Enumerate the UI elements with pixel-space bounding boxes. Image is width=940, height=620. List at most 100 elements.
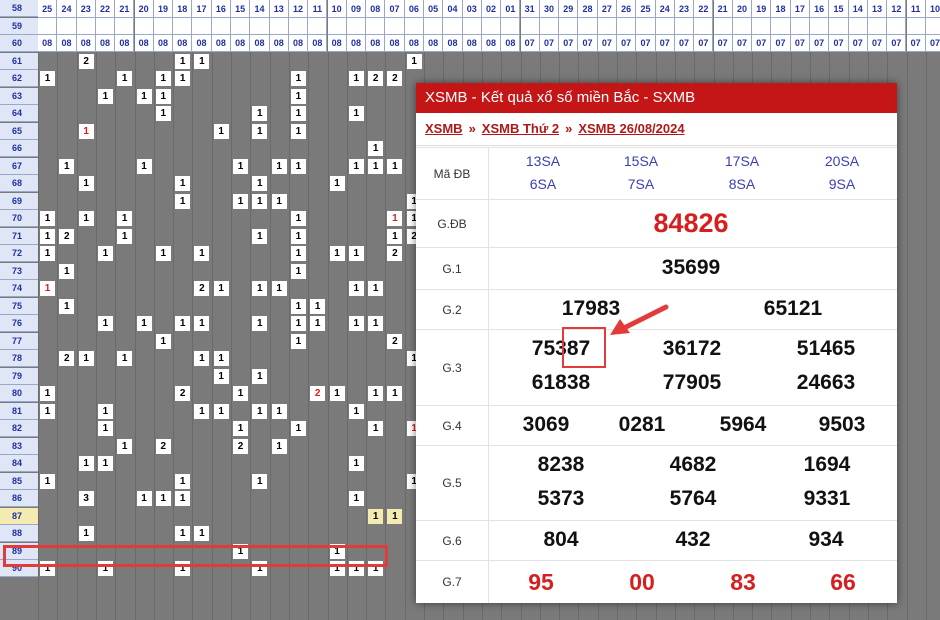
grid-cell: 1 [97,316,113,331]
grid-cell: 1 [290,71,306,86]
breadcrumb-xsmb-thu-2[interactable]: XSMB Thứ 2 [482,121,559,136]
prize-number: 84826 [653,208,729,238]
prize-row-g4: G.4 3069 0281 5964 9503 [416,405,897,445]
grid-cell: 1 [290,246,306,261]
grid-cell: 1 [271,403,287,419]
prize-row-gdb: G.ĐB 84826 [416,199,897,247]
grid-col-header-spacer [481,18,502,35]
grid-cell: 1 [368,421,384,436]
grid-col-header-day: 31 [520,0,540,18]
grid-col-header-month: 08 [38,35,58,52]
prize-number: 3069 [522,413,570,436]
grid-cell: 1 [252,473,268,489]
grid-col-header-month: 07 [810,35,830,52]
grid-col-header-spacer [424,18,444,35]
prize-row-g5: G.5 8238 4682 1694 5373 5764 9331 [416,445,897,520]
grid-col-header-spacer [810,18,830,35]
grid-col-header-month: 08 [115,35,135,52]
breadcrumb-xsmb-date[interactable]: XSMB 26/08/2024 [578,121,684,136]
grid-cell: 2 [59,228,75,244]
grid-cell: 1 [290,211,306,226]
grid-col-header-spacer [887,18,907,35]
grid-col-header-spacer [694,18,714,35]
grid-col-header-month: 08 [462,35,482,52]
grid-col-header-spacer [520,18,540,35]
grid-col-header-day: 21 [115,0,135,18]
grid-cell: 1 [40,281,55,296]
grid-cell: 1 [290,106,306,121]
grid-col-header-spacer [732,18,753,35]
grid-row-label: 75 [0,297,38,315]
grid-cell: 3 [78,491,94,506]
grid-cell: 1 [78,526,94,541]
grid-cell: 1 [252,316,268,331]
grid-col-header-spacer [462,18,482,35]
grid-cell: 1 [290,298,306,314]
grid-col-header-spacer [617,18,637,35]
grid-col-header-spacer [346,18,367,35]
grid-cell: 2 [387,333,403,349]
prize-label: G.4 [416,406,489,445]
grid-col-header-month: 07 [732,35,753,52]
grid-line [231,52,232,620]
grid-row-label: 72 [0,245,38,262]
prize-label: G.3 [416,330,489,405]
grid-line [134,52,136,620]
grid-cell: 1 [97,456,113,471]
grid-col-header-month: 08 [250,35,270,52]
grid-col-header-day: 27 [597,0,617,18]
grid-row-label: 86 [0,490,38,507]
grid-cell: 2 [387,246,403,261]
grid-row-label: 78 [0,350,38,367]
grid-cell: 1 [348,456,364,471]
grid-col-header-day: 19 [752,0,772,18]
grid-col-header-spacer [925,18,940,35]
prize-label: G.ĐB [416,200,489,247]
grid-col-header-month: 08 [443,35,463,52]
grid-line [57,52,59,620]
grid-col-header-month: 08 [366,35,386,52]
grid-row-label: 73 [0,262,38,280]
prize-row-g6: G.6 804 432 934 [416,520,897,560]
grid-col-header-month: 07 [790,35,810,52]
prize-number: 0281 [618,413,666,436]
grid-line [366,52,368,620]
grid-cell: 1 [271,158,287,174]
grid-col-header-month: 07 [713,35,733,52]
grid-col-header-spacer [134,18,154,35]
grid-row-label: 69 [0,192,38,210]
grid-row-label: 58 [0,0,38,17]
grid-cell: 1 [40,473,55,489]
grid-col-header-spacer [211,18,231,35]
grid-row-label: 67 [0,157,38,175]
grid-cell: 1 [233,421,248,436]
grid-cell: 1 [290,123,306,139]
grid-col-header-day: 15 [231,0,251,18]
prize-label: G.2 [416,290,489,329]
grid-row-label: 71 [0,227,38,245]
grid-col-header-month: 07 [559,35,579,52]
grid-cell: 1 [252,123,268,139]
prize-number: 5764 [669,487,717,510]
grid-cell: 1 [252,403,268,419]
grid-cell: 1 [387,228,403,244]
grid-cell: 1 [175,176,191,191]
prize-number: 36172 [662,337,722,360]
grid-cell: 1 [368,386,384,401]
breadcrumb-xsmb[interactable]: XSMB [425,121,463,136]
grid-cell: 1 [368,158,384,174]
grid-col-header-spacer [231,18,251,35]
grid-col-header-month: 07 [867,35,888,52]
grid-cell: 1 [368,141,384,156]
prize-number: 35699 [661,256,721,279]
grid-col-header-month: 08 [481,35,502,52]
grid-col-header-spacer [713,18,733,35]
annotation-box-87 [562,327,606,368]
grid-col-header-day: 21 [713,0,733,18]
breadcrumb-sep: » [565,121,573,136]
grid-cell: 1 [117,438,133,454]
prize-number: 83 [730,569,756,595]
grid-cell: 1 [213,403,229,419]
grid-cell: 1 [348,403,364,419]
grid-row-label: 83 [0,437,38,455]
